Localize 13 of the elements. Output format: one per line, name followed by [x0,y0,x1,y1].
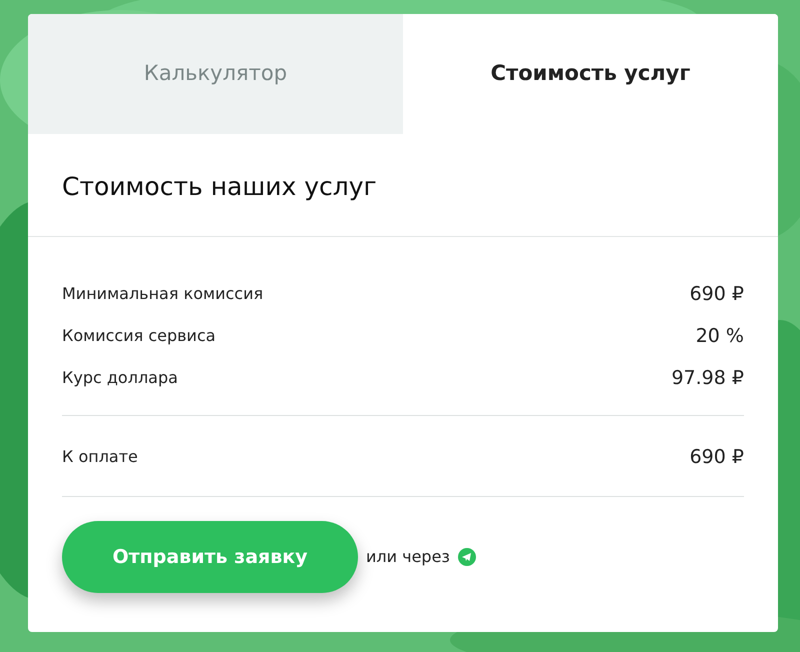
row-value: 20 % [696,324,744,349]
row-value: 690 ₽ [690,282,744,307]
row-label: Курс доллара [62,367,178,389]
submit-button[interactable]: Отправить заявку [62,521,358,593]
section-title: Стоимость наших услуг [28,134,778,237]
row-value: 97.98 ₽ [671,366,744,391]
row-label: К оплате [62,446,138,468]
alt-text: или через [366,546,450,568]
row-label: Комиссия сервиса [62,325,216,347]
row-value: 690 ₽ [690,444,744,470]
paper-plane-icon[interactable] [458,548,476,566]
tab[interactable]: Калькулятор [28,14,403,134]
row-label: Минимальная комиссия [62,283,264,305]
